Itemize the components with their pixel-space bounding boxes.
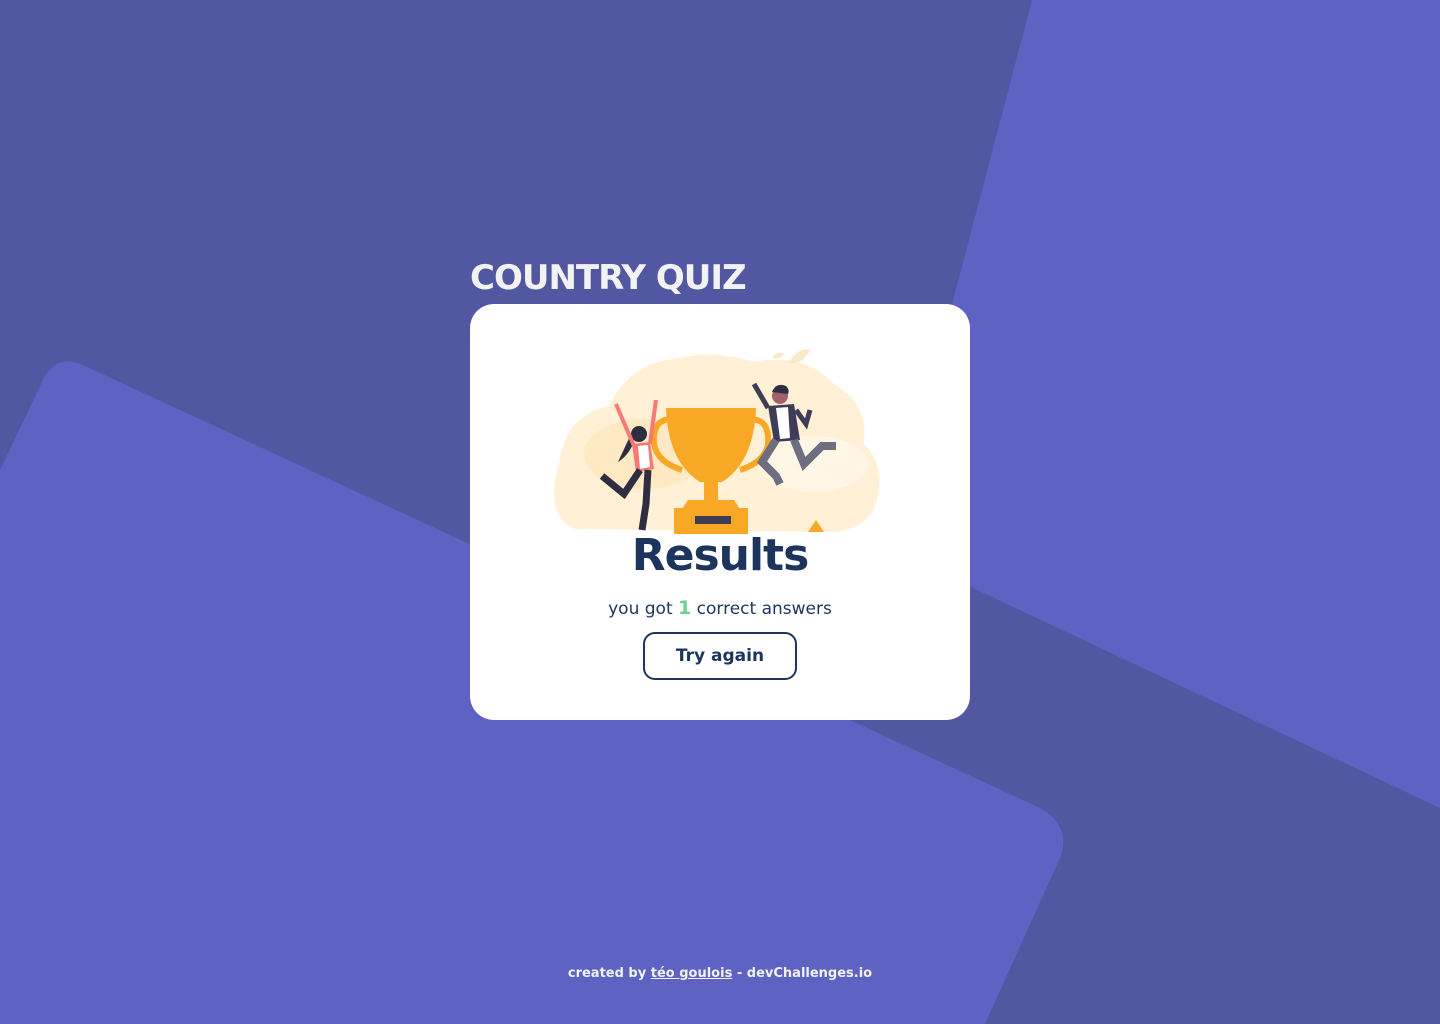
leaf-icon-small: [772, 352, 784, 359]
winners-trophy-illustration: [554, 349, 880, 534]
leaf-icon: [788, 349, 810, 364]
author-link[interactable]: téo goulois: [651, 966, 733, 981]
footer-prefix: created by: [567, 966, 647, 981]
results-heading: Results: [631, 530, 810, 581]
trophy-base-top: [682, 500, 740, 509]
trophy-stem: [704, 480, 718, 502]
background-shape-top-right: [888, 0, 1440, 808]
page: COUNTRY QUIZ Results you got 1 correct a…: [0, 0, 1440, 1024]
score-value: 1: [678, 597, 692, 619]
score-summary: you got 1 correct answers: [470, 596, 970, 621]
woman-shirt: [638, 445, 650, 469]
footer: created by téo goulois - devChallenges.i…: [0, 962, 1440, 986]
app-title: COUNTRY QUIZ: [470, 258, 747, 298]
results-card: Results you got 1 correct answers Try ag…: [470, 304, 970, 720]
trophy-plate: [695, 516, 731, 524]
footer-separator: -: [736, 966, 743, 981]
score-suffix: correct answers: [696, 599, 832, 619]
score-prefix: you got: [608, 599, 673, 619]
try-again-button[interactable]: Try again: [643, 632, 797, 680]
footer-site: devChallenges.io: [746, 966, 873, 981]
